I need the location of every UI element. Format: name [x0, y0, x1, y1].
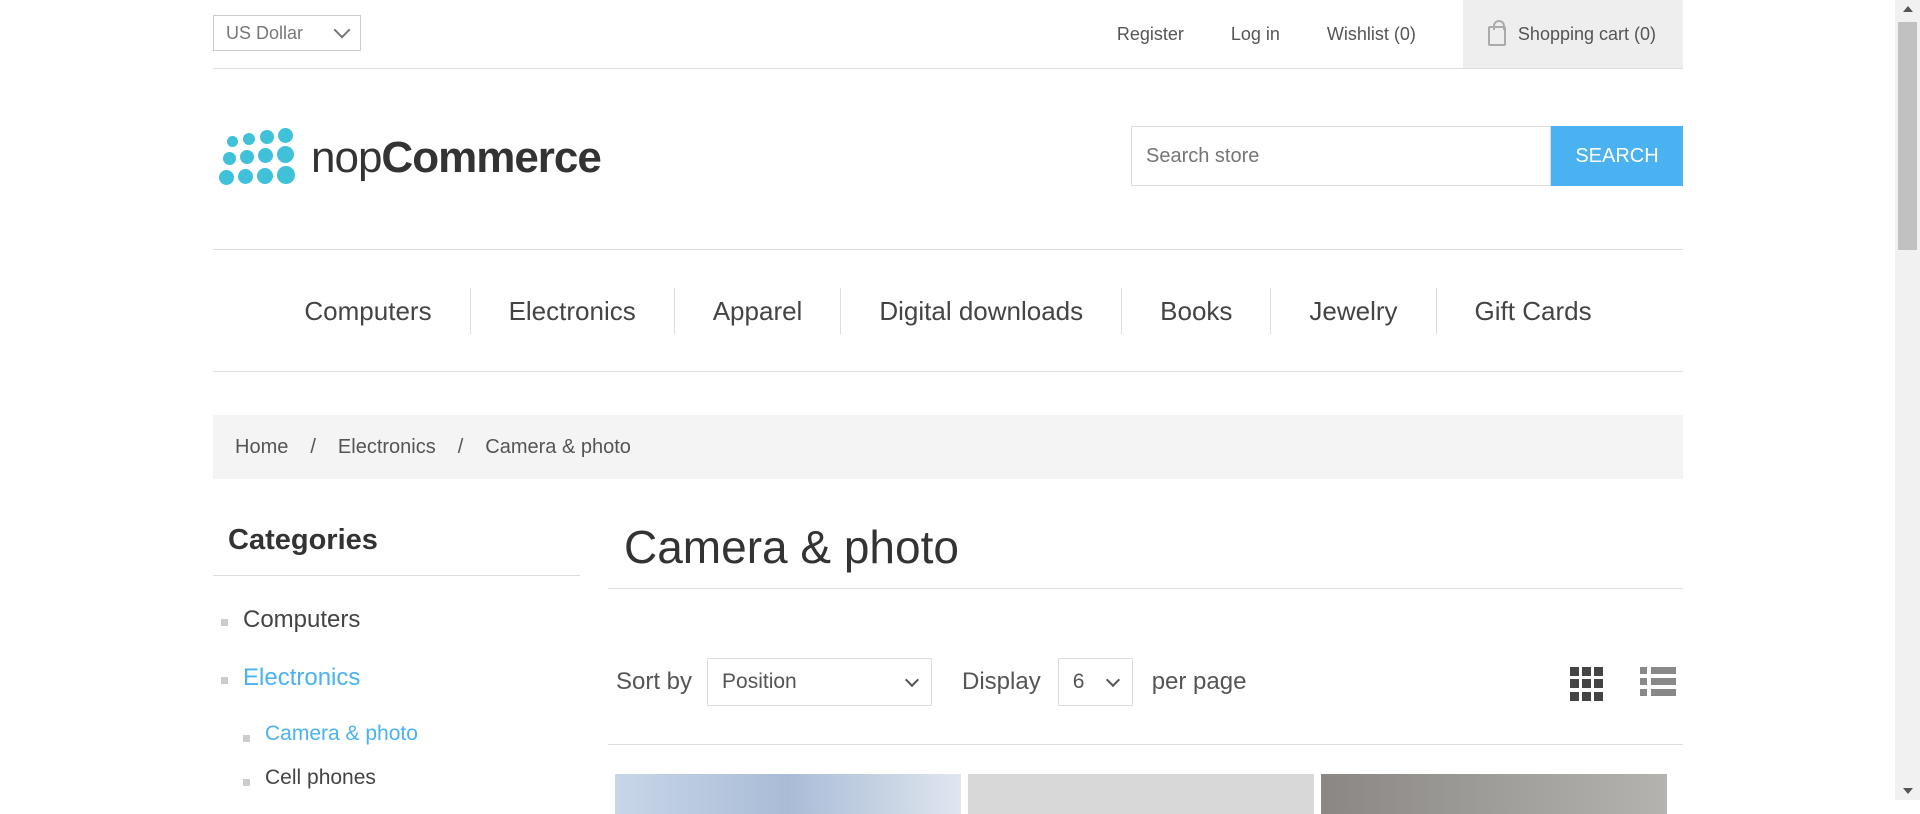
menu-item-computers[interactable]: Computers — [266, 288, 469, 334]
menu-item-digital-downloads[interactable]: Digital downloads — [840, 287, 1121, 334]
header-top-bar: US Dollar Register Log in Wishlist (0) S… — [213, 0, 1683, 69]
page-size-value: 6 — [1072, 670, 1085, 693]
menu-item-apparel[interactable]: Apparel — [673, 287, 841, 334]
product-image[interactable] — [968, 774, 1314, 814]
header-links: Register Log in Wishlist (0) Shopping ca… — [1117, 0, 1683, 68]
page-scrollbar[interactable] — [1895, 0, 1920, 800]
product-image[interactable] — [615, 774, 961, 814]
search-input[interactable] — [1131, 126, 1551, 186]
sort-by-group: Sort by Position — [616, 658, 933, 706]
logo-text-bold: Commerce — [381, 133, 601, 182]
shopping-cart-link[interactable]: Shopping cart (0) — [1462, 0, 1683, 68]
shopping-cart-label: Shopping cart (0) — [1517, 23, 1656, 44]
menu-item-jewelry[interactable]: Jewelry — [1270, 287, 1435, 334]
breadcrumb-current: Camera & photo — [485, 435, 631, 458]
chevron-down-icon — [1105, 672, 1120, 687]
bullet-icon — [243, 735, 250, 742]
breadcrumb: Home / Electronics / Camera & photo — [213, 415, 1683, 479]
menu-item-books[interactable]: Books — [1121, 287, 1270, 334]
breadcrumb-separator: / — [310, 435, 316, 458]
logo-text-prefix: nop — [311, 133, 382, 182]
sidebar-item-label: Electronics — [243, 664, 361, 691]
sidebar-item-label: Computers — [243, 606, 361, 633]
page-title: Camera & photo — [608, 500, 1683, 589]
grid-view-icon[interactable] — [1570, 667, 1604, 701]
login-link[interactable]: Log in — [1231, 24, 1280, 45]
menu-item-gift-cards[interactable]: Gift Cards — [1435, 287, 1630, 334]
categories-sidebar: Categories Computers Electronics Camera … — [213, 500, 580, 790]
sidebar-item-cell-phones[interactable]: Cell phones — [213, 746, 580, 790]
display-label: Display — [962, 668, 1041, 695]
currency-selector[interactable]: US Dollar — [213, 15, 361, 51]
breadcrumb-separator: / — [457, 435, 464, 458]
logo-text: nopCommerce — [311, 133, 602, 183]
sidebar-item-camera-photo[interactable]: Camera & photo — [213, 692, 580, 746]
shopping-bag-icon — [1487, 20, 1506, 46]
chevron-down-icon — [904, 672, 920, 687]
list-view-icon[interactable] — [1640, 667, 1676, 701]
wishlist-link[interactable]: Wishlist (0) — [1327, 24, 1416, 45]
product-image[interactable] — [1321, 774, 1667, 814]
store-logo[interactable]: nopCommerce — [217, 126, 602, 190]
currency-value: US Dollar — [226, 22, 304, 43]
per-page-label: per page — [1151, 668, 1247, 695]
sort-by-value: Position — [722, 670, 797, 693]
sidebar-item-computers[interactable]: Computers — [213, 576, 580, 634]
bullet-icon — [243, 779, 250, 786]
breadcrumb-electronics[interactable]: Electronics — [338, 436, 436, 459]
page-size-select[interactable]: 6 — [1057, 658, 1133, 706]
sidebar-item-label: Cell phones — [265, 766, 376, 789]
bullet-icon — [221, 677, 228, 684]
bullet-icon — [221, 619, 228, 626]
breadcrumb-home[interactable]: Home — [235, 436, 288, 459]
scrollbar-thumb[interactable] — [1898, 22, 1917, 250]
sort-by-label: Sort by — [616, 668, 693, 695]
page: US Dollar Register Log in Wishlist (0) S… — [213, 0, 1683, 814]
product-grid — [608, 774, 1683, 814]
sidebar-item-label: Camera & photo — [265, 722, 418, 745]
top-menu: Computers Electronics Apparel Digital do… — [213, 249, 1683, 372]
logo-dots-icon — [217, 126, 303, 190]
category-page: Camera & photo Sort by Position Display … — [608, 500, 1683, 814]
sidebar-title: Categories — [213, 500, 580, 576]
menu-item-electronics[interactable]: Electronics — [469, 287, 674, 334]
page-size-group: Display 6 per page — [962, 658, 1246, 706]
search-box: SEARCH — [1131, 126, 1683, 186]
search-button[interactable]: SEARCH — [1551, 126, 1683, 186]
product-selectors: Sort by Position Display 6 per page — [608, 658, 1683, 745]
sort-by-select[interactable]: Position — [707, 658, 933, 706]
scroll-up-arrow-icon[interactable] — [1903, 6, 1913, 12]
sidebar-item-electronics[interactable]: Electronics — [213, 634, 580, 692]
category-list: Computers Electronics Camera & photo Cel… — [213, 576, 580, 790]
register-link[interactable]: Register — [1117, 24, 1184, 45]
chevron-down-icon — [333, 21, 351, 39]
scroll-down-arrow-icon[interactable] — [1903, 788, 1913, 794]
